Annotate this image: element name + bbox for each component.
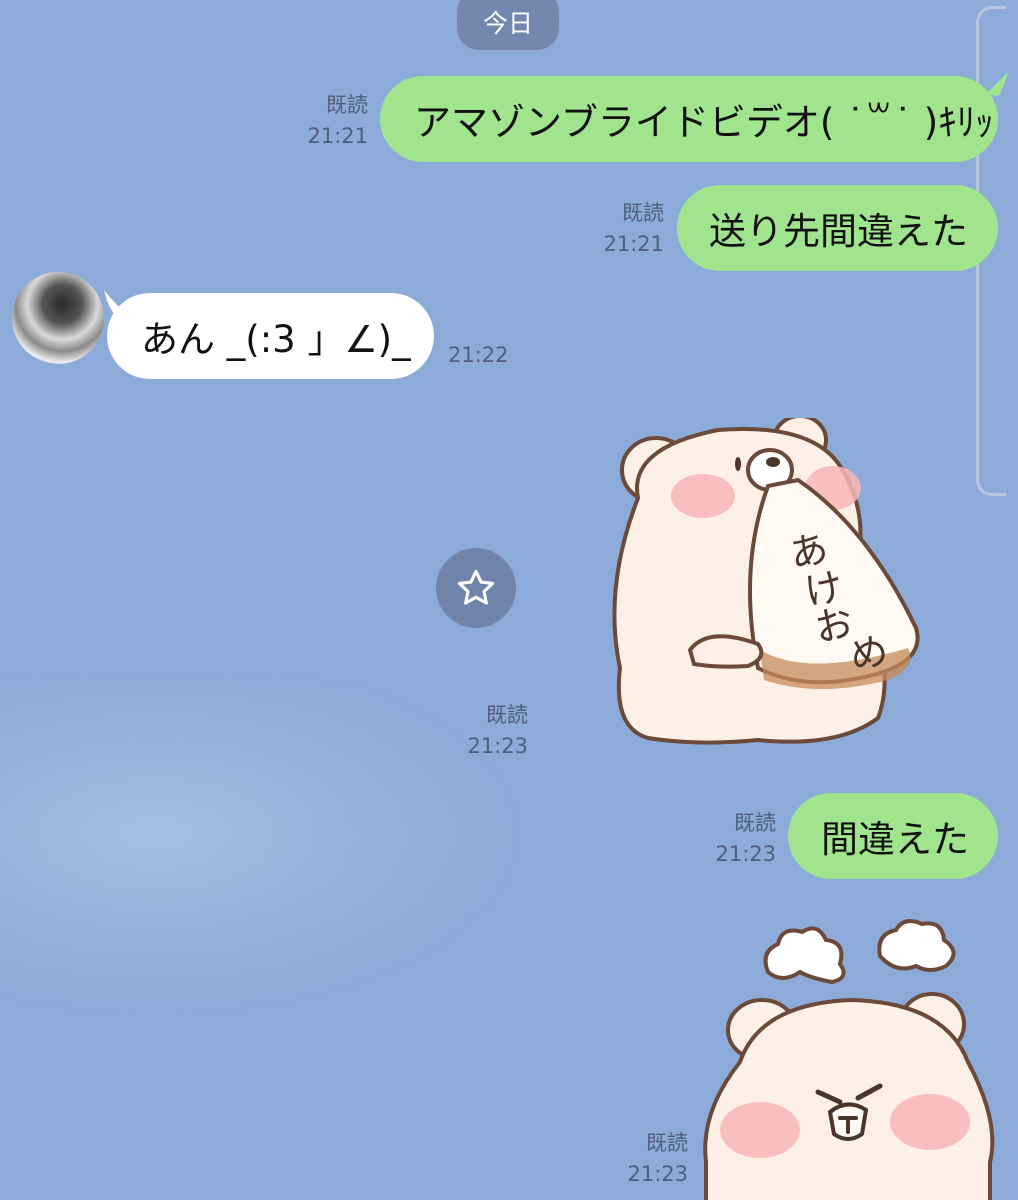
favorite-sticker-button[interactable] — [436, 548, 516, 628]
bubble-tail — [986, 72, 1008, 96]
message-meta: 既読 21:21 — [300, 90, 368, 152]
read-receipt: 既読 — [622, 201, 664, 225]
message-time: 21:23 — [467, 734, 528, 758]
message-text: 間違えた — [821, 818, 969, 861]
message-meta: 既読 21:23 — [462, 700, 528, 762]
background-cloud — [0, 690, 520, 1010]
sent-message-bubble[interactable]: 送り先間違えた — [677, 185, 998, 271]
message-time: 21:21 — [603, 232, 664, 256]
star-icon — [457, 569, 495, 605]
sent-message-bubble[interactable]: 間違えた — [788, 793, 998, 879]
contact-avatar[interactable] — [12, 272, 104, 364]
received-message-bubble[interactable]: あん _(:3 」∠)_ — [107, 293, 434, 379]
chat-room[interactable]: 今日 既読 21:21 アマゾンブライドビデオ( ˙꒳˙ )ｷﾘｯ 既読 21:… — [0, 0, 1018, 1200]
read-receipt: 既読 — [734, 811, 776, 835]
sent-message-bubble[interactable]: アマゾンブライドビデオ( ˙꒳˙ )ｷﾘｯ — [380, 76, 998, 162]
message-meta: 既読 21:23 — [622, 1128, 688, 1190]
message-time: 21:22 — [448, 343, 509, 367]
message-text: 送り先間違えた — [709, 210, 968, 253]
read-receipt: 既読 — [646, 1131, 688, 1155]
message-meta: 既読 21:23 — [708, 808, 776, 870]
message-text: アマゾンブライドビデオ( ˙꒳˙ )ｷﾘｯ — [414, 101, 994, 144]
message-meta: 既読 21:21 — [596, 198, 664, 260]
read-receipt: 既読 — [486, 703, 528, 727]
bear-angry-sticker[interactable] — [700, 912, 1000, 1200]
message-time: 21:23 — [715, 842, 776, 866]
message-text: あん _(:3 」∠)_ — [141, 318, 411, 361]
message-time: 21:23 — [627, 1162, 688, 1186]
bear-akeome-sticker[interactable]: あ け お め — [608, 418, 938, 758]
date-divider: 今日 — [457, 0, 559, 50]
message-time: 21:21 — [307, 124, 368, 148]
read-receipt: 既読 — [326, 93, 368, 117]
